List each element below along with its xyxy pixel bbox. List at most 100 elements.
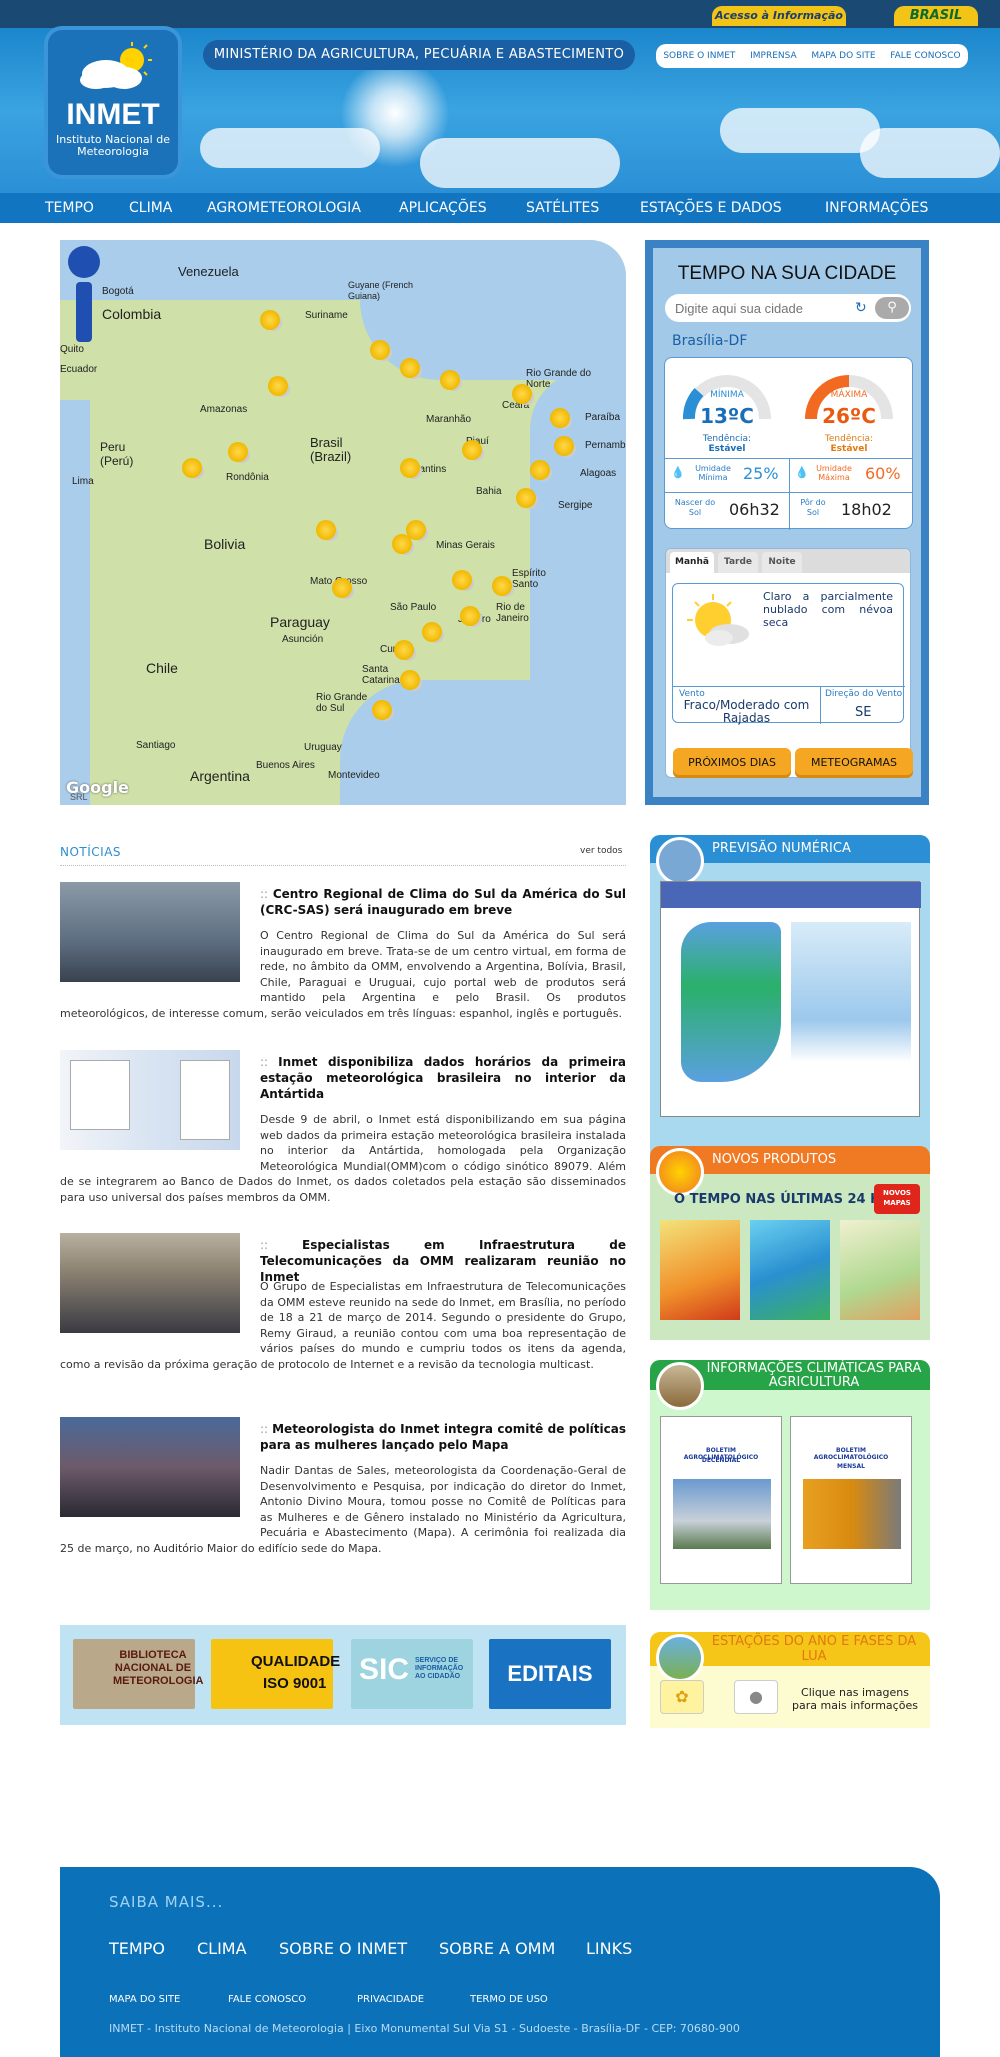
weather-icon[interactable] [512,384,532,404]
weather-icon[interactable] [462,440,482,460]
weather-icon[interactable] [550,408,570,428]
map-label: Paraíba [585,412,621,423]
header-link-fale[interactable]: FALE CONOSCO [890,51,960,61]
weather-icon[interactable] [370,340,390,360]
acesso-informacao-link[interactable]: Acesso à Informação [712,6,846,26]
news-title[interactable]: :: Centro Regional de Clima do Sul da Am… [260,886,626,918]
footer-nav-tempo[interactable]: TEMPO [109,1939,165,1958]
sunset-label: Pôr do Sol [800,498,826,517]
weather-map[interactable]: Venezuela Guyane (French Guiana) Surinam… [60,240,626,805]
weather-icon[interactable] [460,606,480,626]
ver-todos-link[interactable]: ver todos [580,846,622,856]
sic-banner[interactable]: SIC SERVIÇO DE INFORMAÇÃO AO CIDADÃO [351,1639,473,1709]
footer-nav-sobre-inmet[interactable]: SOBRE O INMET [279,1939,407,1958]
weather-icon[interactable] [530,460,550,480]
weather-icon[interactable] [554,436,574,456]
sic-label: SIC [359,1653,410,1686]
map-label: Suriname [305,310,348,321]
nav-satelites[interactable]: SATÉLITES [526,200,599,216]
nav-estacoes-dados[interactable]: ESTAÇÕES E DADOS [640,200,782,216]
proximos-dias-button[interactable]: PRÓXIMOS DIAS [673,748,791,778]
header-link-imprensa[interactable]: IMPRENSA [750,51,797,61]
nav-agrometeorologia[interactable]: AGROMETEOROLOGIA [207,200,361,216]
sunrise-label: Nascer do Sol [674,498,716,517]
footer-link-privacidade[interactable]: PRIVACIDADE [357,1994,424,2005]
footer-link-fale[interactable]: FALE CONOSCO [228,1994,306,2005]
weather-icon[interactable] [400,358,420,378]
temperature-map-thumb[interactable] [660,1220,740,1320]
map-label: Chile [146,660,178,676]
nav-aplicacoes[interactable]: APLICAÇÕES [399,200,487,216]
city-search-input[interactable] [675,299,850,317]
map-label: Buenos Aires [256,760,315,771]
map-label: Rondônia [226,472,269,483]
footer-nav-sobre-omm[interactable]: SOBRE A OMM [439,1939,555,1958]
header-link-mapa[interactable]: MAPA DO SITE [811,51,875,61]
hum-min-label: Umidade Mínima [695,464,731,482]
weather-icon[interactable] [392,534,412,554]
news-item: :: Meteorologista do Inmet integra comit… [60,1417,626,1567]
weather-icon[interactable] [400,670,420,690]
map-label: Peru (Perú) [100,440,134,468]
zoom-slider[interactable] [76,282,92,342]
weather-icon[interactable] [394,640,414,660]
city-search: ↻ ⚲ [665,294,911,322]
news-title[interactable]: :: Inmet disponibiliza dados horários da… [260,1054,626,1102]
weather-icon[interactable] [422,622,442,642]
weather-icon[interactable] [332,578,352,598]
footer-link-mapa[interactable]: MAPA DO SITE [109,1994,180,2005]
novos-produtos-box[interactable]: NOVOS PRODUTOS O TEMPO NAS ÚLTIMAS 24 HS… [650,1146,930,1340]
precipitation-map-thumb[interactable] [750,1220,830,1320]
boletim-mensal[interactable]: BOLETIM AGROCLIMATOLÓGICO MENSAL [790,1416,912,1584]
nav-tempo[interactable]: TEMPO [45,200,94,216]
map-label: Espírito Santo [512,568,546,590]
biblioteca-banner[interactable]: BIBLIOTECA NACIONAL DE METEOROLOGIA [73,1639,203,1709]
weather-icon[interactable] [268,376,288,396]
weather-icon[interactable] [228,442,248,462]
footer-link-termo[interactable]: TERMO DE USO [470,1994,548,2005]
agricultura-box[interactable]: INFORMAÇÕES CLIMÁTICAS PARA AGRICULTURA … [650,1360,930,1610]
weather-icon[interactable] [316,520,336,540]
weather-icon[interactable] [400,458,420,478]
news-title[interactable]: :: Especialistas em Infraestrutura de Te… [260,1237,626,1285]
forecast-map-area [791,922,911,1062]
search-button[interactable]: ⚲ [875,297,909,319]
nav-informacoes[interactable]: INFORMAÇÕES [825,200,928,216]
pan-control[interactable] [68,246,100,278]
header-link-sobre[interactable]: SOBRE O INMET [663,51,735,61]
inmet-logo[interactable]: INMET Instituto Nacional de Meteorologia [48,30,178,175]
nav-clima[interactable]: CLIMA [129,200,172,216]
divider [789,492,790,530]
humidity-map-thumb[interactable] [840,1220,920,1320]
weather-icon[interactable] [440,370,460,390]
weather-icon[interactable] [182,458,202,478]
map-zoom-control[interactable] [68,246,100,366]
weather-icon[interactable] [260,310,280,330]
moon-icon[interactable]: ● [734,1680,778,1714]
weather-icon[interactable] [372,700,392,720]
weather-icon[interactable] [452,570,472,590]
estacoes-box[interactable]: ESTAÇÕES DO ANO E FASES DA LUA ✿ ● Cliqu… [650,1632,930,1728]
divider [789,458,790,492]
forecast-map[interactable] [660,881,921,1117]
boletim-decendial[interactable]: BOLETIM AGROCLIMATOLÓGICO DECENDIAL [660,1416,782,1584]
tab-noite[interactable]: Noite [762,552,802,573]
weather-icon[interactable] [492,576,512,596]
globe-icon [656,837,704,885]
footer-nav-clima[interactable]: CLIMA [197,1939,247,1958]
sun-icon [656,1148,704,1196]
weather-icon[interactable] [516,488,536,508]
meteogramas-button[interactable]: METEOGRAMAS [795,748,913,778]
min-trend: Tendência: Estável [677,434,777,454]
tab-manha[interactable]: Manhã [670,552,714,573]
qualidade-banner[interactable]: QUALIDADE ISO 9001 [211,1639,340,1709]
tab-tarde[interactable]: Tarde [718,552,758,573]
previsao-numerica-box[interactable]: PREVISÃO NUMÉRICA [650,835,930,1154]
refresh-icon[interactable]: ↻ [855,300,867,316]
flower-icon[interactable]: ✿ [660,1680,704,1714]
news-title[interactable]: :: Meteorologista do Inmet integra comit… [260,1421,626,1453]
brasil-gov-link[interactable]: BRASIL [894,6,978,26]
footer-nav-links[interactable]: LINKS [586,1939,632,1958]
ministry-label[interactable]: MINISTÉRIO DA AGRICULTURA, PECUÁRIA E AB… [203,40,635,70]
editais-banner[interactable]: EDITAIS [489,1639,611,1709]
